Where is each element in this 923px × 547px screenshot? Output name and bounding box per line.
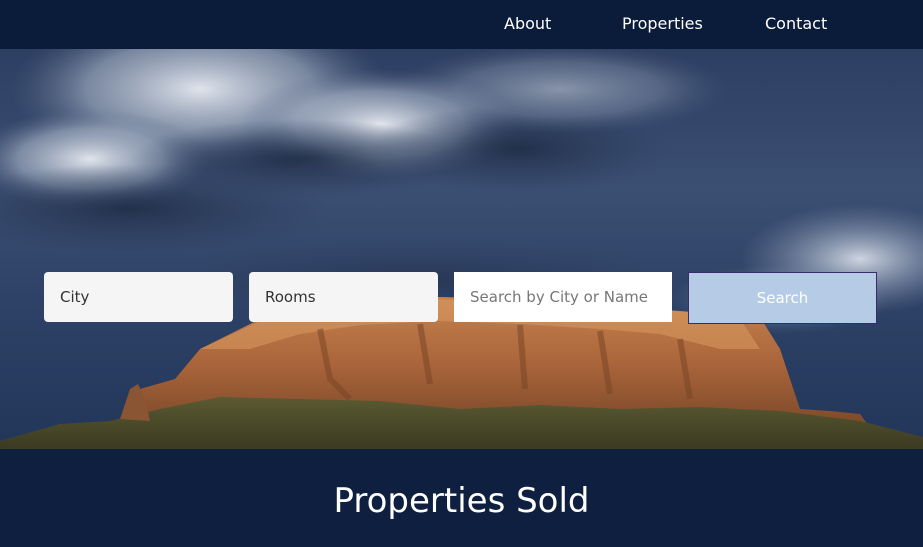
section-title: Properties Sold — [333, 481, 590, 521]
nav-link-about[interactable]: About — [504, 14, 551, 34]
search-input[interactable] — [454, 272, 672, 322]
nav-link-contact[interactable]: Contact — [765, 14, 827, 34]
top-navbar: About Properties Contact — [0, 0, 923, 49]
hero-banner: City Rooms Search — [0, 49, 923, 449]
hero-landscape-image — [0, 49, 923, 449]
nav-link-properties[interactable]: Properties — [622, 14, 703, 34]
search-button[interactable]: Search — [688, 272, 877, 324]
city-select[interactable]: City — [44, 272, 233, 322]
search-bar: City Rooms Search — [0, 272, 923, 324]
rooms-select[interactable]: Rooms — [249, 272, 438, 322]
properties-sold-section: Properties Sold — [0, 449, 923, 547]
